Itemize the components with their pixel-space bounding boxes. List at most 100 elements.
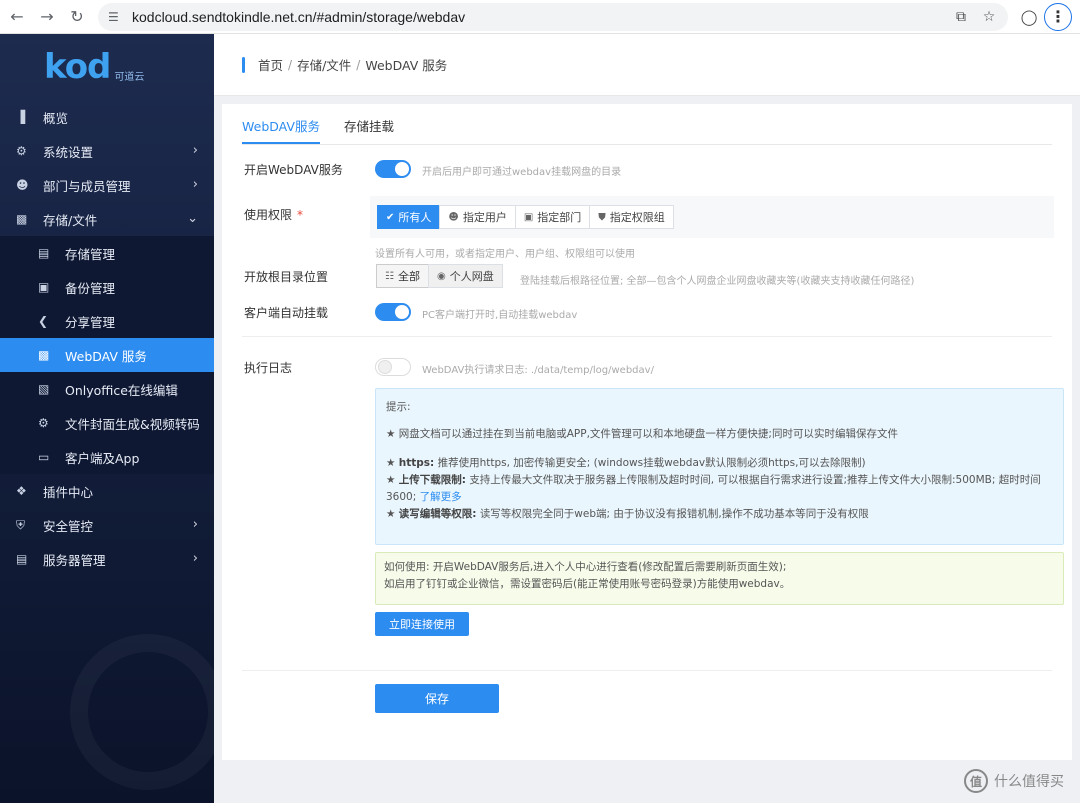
tip-upload-text: 支持上传最大文件取决于服务器上传限制及超时时间, 可以根据自行需求进行设置;推荐…	[386, 474, 1041, 503]
sidebar-item-label: Onlyoffice在线编辑	[65, 382, 178, 398]
tip-rw-text: 读写等权限完全同于web端; 由于协议没有报错机制,操作不成功基本等同于没有权限	[479, 508, 869, 520]
connect-button[interactable]: 立即连接使用	[375, 612, 469, 636]
sidebar-item-overview[interactable]: ▐ 概览	[0, 100, 214, 134]
root-option-all[interactable]: ☷ 全部	[376, 264, 429, 288]
enable-webdav-label: 开启WebDAV服务	[244, 163, 343, 177]
option-label: 指定权限组	[609, 211, 665, 224]
profile-icon[interactable]: ◯	[1016, 4, 1042, 30]
cover-icon: ⚙	[38, 416, 49, 430]
log-label: 执行日志	[244, 361, 293, 375]
option-label: 个人网盘	[449, 270, 494, 283]
sidebar-item-plugins[interactable]: ❖ 插件中心	[0, 474, 214, 508]
sidebar-item-storage-manage[interactable]: ▤ 存储管理	[0, 236, 214, 270]
tab-webdav[interactable]: WebDAV服务	[242, 116, 320, 144]
main-content: 首页 / 存储/文件 / WebDAV 服务 WebDAV服务 存储挂载 开启W…	[214, 34, 1080, 803]
permission-label: 使用权限 *	[244, 206, 303, 223]
reload-icon[interactable]: ↻	[62, 2, 92, 32]
tip-rw: ★ 读写编辑等权限: 读写等权限完全同于web端; 由于协议没有报错机制,操作不…	[386, 506, 1053, 523]
root-location-label: 开放根目录位置	[244, 270, 329, 284]
storage-submenu: ▤ 存储管理 ▣ 备份管理 ❮ 分享管理 ▩ WebDAV 服务 ▧ Onlyo…	[0, 236, 214, 474]
chevron-down-icon: ⌄	[187, 211, 198, 226]
toggle-knob	[378, 360, 392, 374]
forward-icon[interactable]: →	[32, 2, 62, 32]
sidebar-item-label: 分享管理	[65, 314, 116, 330]
log-toggle[interactable]	[375, 358, 411, 376]
tip-upload: ★ 上传下载限制: 支持上传最大文件取决于服务器上传限制及超时时间, 可以根据自…	[386, 472, 1053, 506]
browser-toolbar: ← → ↻ ☰ kodcloud.sendtokindle.net.cn/#ad…	[0, 0, 1080, 34]
sidebar-item-label: 文件封面生成&视频转码	[65, 416, 200, 432]
check-icon: ✔	[386, 211, 395, 223]
tab-bar: WebDAV服务 存储挂载	[242, 116, 394, 144]
sidebar-item-share[interactable]: ❮ 分享管理	[0, 304, 214, 338]
watermark: 值 什么值得买	[964, 769, 1064, 793]
sidebar-item-storage[interactable]: ▩ 存储/文件 ⌄	[0, 202, 214, 236]
sidebar-item-label: 服务器管理	[43, 552, 106, 568]
permission-option-department[interactable]: ▣ 指定部门	[514, 205, 591, 229]
learn-more-link[interactable]: 了解更多	[420, 491, 462, 503]
sidebar-item-members[interactable]: ☻ 部门与成员管理 ›	[0, 168, 214, 202]
tips-title: 提示:	[386, 401, 411, 413]
sidebar-item-label: 部门与成员管理	[43, 178, 131, 194]
sidebar-item-client-app[interactable]: ▭ 客户端及App	[0, 440, 214, 474]
sidebar-item-webdav[interactable]: ▩ WebDAV 服务	[0, 338, 214, 372]
sidebar-item-cover-transcode[interactable]: ⚙ 文件封面生成&视频转码	[0, 406, 214, 440]
sidebar-item-backup[interactable]: ▣ 备份管理	[0, 270, 214, 304]
database-icon: ▤	[38, 246, 50, 260]
tab-divider	[242, 144, 1052, 145]
star-bullet: ★	[386, 457, 396, 469]
chart-icon: ▐	[16, 110, 26, 124]
webdav-icon: ▩	[38, 348, 50, 362]
sidebar-item-security[interactable]: ⛨ 安全管控 ›	[0, 508, 214, 542]
url-text[interactable]: kodcloud.sendtokindle.net.cn/#admin/stor…	[132, 9, 465, 25]
sidebar-item-label: 存储/文件	[43, 212, 98, 228]
sidebar-item-label: 存储管理	[65, 246, 116, 262]
star-bullet: ★	[386, 474, 396, 486]
save-button[interactable]: 保存	[375, 684, 499, 713]
install-icon[interactable]: ⧉	[950, 6, 972, 28]
chevron-right-icon: ›	[192, 143, 198, 158]
breadcrumb-home[interactable]: 首页	[258, 55, 283, 74]
permission-option-user[interactable]: ☻ 指定用户	[439, 205, 516, 229]
breadcrumb: 首页 / 存储/文件 / WebDAV 服务	[214, 34, 1080, 96]
sidebar-item-label: 备份管理	[65, 280, 116, 296]
tip-rw-title: 读写编辑等权限:	[398, 508, 477, 520]
option-label: 指定用户	[462, 211, 507, 224]
option-label: 所有人	[398, 211, 432, 224]
sidebar-item-onlyoffice[interactable]: ▧ Onlyoffice在线编辑	[0, 372, 214, 406]
folder-icon: ▩	[16, 212, 28, 226]
backup-icon: ▣	[38, 280, 50, 294]
auto-mount-hint: PC客户端打开时,自动挂载webdav	[422, 310, 578, 321]
sidebar-item-label: 客户端及App	[65, 450, 140, 466]
breadcrumb-storage[interactable]: 存储/文件	[297, 55, 351, 74]
plugin-icon: ❖	[16, 484, 27, 498]
tab-storage-mount[interactable]: 存储挂载	[344, 116, 394, 144]
section-divider	[242, 670, 1052, 671]
permission-option-role-group[interactable]: ⛊ 指定权限组	[589, 205, 674, 229]
logo-text: kod	[44, 47, 111, 87]
site-info-icon[interactable]: ☰	[108, 10, 126, 24]
user-icon: ☻	[448, 211, 459, 223]
sidebar: kod 可道云 ▐ 概览 ⚙ 系统设置 › ☻ 部门与成员管理 › ▩ 存储/文…	[0, 34, 214, 803]
toggle-knob	[395, 162, 409, 176]
breadcrumb-separator: /	[288, 57, 293, 72]
logo: kod 可道云	[0, 34, 214, 100]
menu-icon[interactable]: ⋮	[1044, 2, 1072, 31]
sidebar-item-system-settings[interactable]: ⚙ 系统设置 ›	[0, 134, 214, 168]
auto-mount-toggle[interactable]	[375, 303, 411, 321]
address-bar[interactable]: ☰ kodcloud.sendtokindle.net.cn/#admin/st…	[98, 2, 1008, 31]
settings-panel: WebDAV服务 存储挂载 开启WebDAV服务 开启后用户即可通过webdav…	[222, 104, 1072, 760]
back-icon[interactable]: ←	[2, 2, 32, 32]
user-circle-icon: ◉	[436, 270, 446, 282]
star-bullet: ★	[386, 508, 396, 520]
tree-icon: ☷	[385, 270, 394, 282]
share-icon: ❮	[38, 314, 49, 328]
breadcrumb-marker	[242, 56, 245, 73]
root-location-hint: 登陆挂载后根路径位置; 全部—包含个人网盘企业网盘收藏夹等(收藏夹支持收藏任何路…	[520, 276, 915, 287]
root-option-personal[interactable]: ◉ 个人网盘	[427, 264, 503, 288]
sidebar-item-server[interactable]: ▤ 服务器管理 ›	[0, 542, 214, 576]
option-label: 指定部门	[537, 211, 582, 224]
permission-option-everyone[interactable]: ✔ 所有人	[377, 205, 441, 229]
star-icon[interactable]: ☆	[978, 6, 1000, 28]
permission-hint: 设置所有人可用，或者指定用户、用户组、权限组可以使用	[375, 249, 635, 260]
enable-webdav-toggle[interactable]	[375, 160, 411, 178]
